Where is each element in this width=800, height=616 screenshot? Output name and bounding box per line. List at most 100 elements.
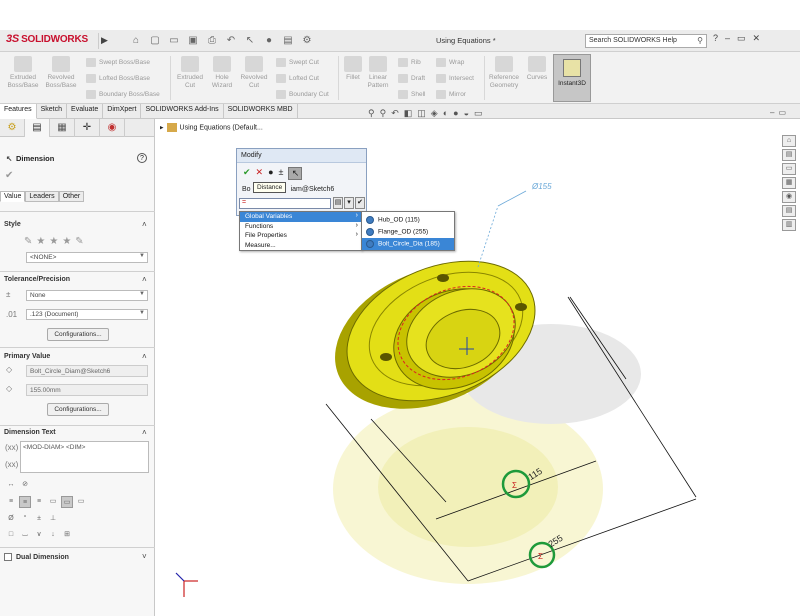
centerline-symbol-icon[interactable]: ⊥ bbox=[47, 513, 59, 525]
search-help-input[interactable]: Search SOLIDWORKS Help ⚲ bbox=[585, 34, 707, 48]
collapse-chevron-icon[interactable]: ˄ bbox=[142, 352, 147, 361]
diameter-symbol-icon[interactable]: Ø bbox=[5, 513, 17, 525]
bolt-circle-dimension[interactable]: Ø155 bbox=[532, 182, 552, 191]
precision-select[interactable]: .123 (Document) ▼ bbox=[26, 309, 148, 320]
close-icon[interactable]: ✕ bbox=[753, 33, 761, 44]
display-style-icon[interactable]: ◈ bbox=[431, 108, 438, 119]
new-document-icon[interactable]: ▢ bbox=[147, 33, 163, 49]
search-icon[interactable]: ⚲ bbox=[697, 36, 703, 45]
instant3d-button[interactable]: Instant3D bbox=[553, 54, 591, 102]
tab-value[interactable]: Value bbox=[0, 191, 26, 202]
tab-addins[interactable]: SOLIDWORKS Add-Ins bbox=[141, 104, 224, 119]
view-orientation-icon[interactable]: ◫ bbox=[417, 108, 426, 119]
hole-wizard-button[interactable]: Hole Wizard bbox=[207, 56, 237, 90]
bolt-hole[interactable] bbox=[515, 303, 527, 311]
tab-evaluate[interactable]: Evaluate bbox=[67, 104, 104, 119]
extruded-cut-button[interactable]: Extruded Cut bbox=[174, 56, 206, 90]
appearance-icon[interactable]: ● bbox=[453, 108, 458, 119]
scene-icon[interactable]: ◒ bbox=[464, 108, 469, 119]
lofted-boss-button[interactable]: Lofted Boss/Base bbox=[86, 74, 150, 83]
hide-show-icon[interactable]: ◐ bbox=[443, 108, 448, 119]
draft-button[interactable]: Draft bbox=[398, 74, 425, 83]
file-explorer-icon[interactable]: ▭ bbox=[782, 163, 796, 175]
rib-button[interactable]: Rib bbox=[398, 58, 421, 67]
menu-item-flange-od[interactable]: Flange_OD (255) bbox=[362, 226, 454, 238]
tab-features[interactable]: Features bbox=[0, 104, 37, 119]
section-view-icon[interactable]: ◧ bbox=[404, 108, 413, 119]
view-settings-icon[interactable]: ▭ bbox=[474, 108, 483, 119]
minimize-icon[interactable]: – bbox=[725, 33, 730, 44]
text-frame-right-icon[interactable]: ▭ bbox=[75, 496, 87, 508]
menu-item-bolt-circle-dia[interactable]: Bolt_Circle_Dia (185) bbox=[362, 238, 454, 250]
accept-check-icon[interactable]: ✔ bbox=[355, 197, 365, 209]
menu-item-measure[interactable]: Measure... bbox=[240, 241, 361, 251]
square-symbol-icon[interactable]: □ bbox=[5, 529, 17, 541]
display-manager-tab-icon[interactable]: ◉ bbox=[100, 119, 125, 137]
tab-other[interactable]: Other bbox=[58, 191, 85, 202]
configuration-manager-tab-icon[interactable]: ▦ bbox=[50, 119, 75, 137]
menu-item-global-variables[interactable]: Global Variables › bbox=[240, 212, 361, 222]
lofted-cut-button[interactable]: Lofted Cut bbox=[276, 74, 319, 83]
options-gear-icon[interactable]: ⚙ bbox=[299, 33, 315, 49]
tab-dimxpert[interactable]: DimXpert bbox=[103, 104, 142, 119]
dual-dimension-option[interactable]: Dual Dimension bbox=[4, 553, 69, 561]
text-below-icon[interactable]: (xx) bbox=[5, 460, 18, 469]
bolt-hole[interactable] bbox=[380, 353, 392, 361]
collapse-chevron-icon[interactable]: ˄ bbox=[142, 275, 147, 284]
plus-minus-symbol-icon[interactable]: ± bbox=[33, 513, 45, 525]
align-right-icon[interactable]: ≡ bbox=[33, 496, 45, 508]
shell-button[interactable]: Shell bbox=[398, 90, 425, 99]
mark-for-drawing-icon[interactable]: ↖ bbox=[288, 167, 303, 180]
text-frame-left-icon[interactable]: ▭ bbox=[47, 496, 59, 508]
bolt-hole[interactable] bbox=[437, 274, 449, 282]
home-icon[interactable]: ⌂ bbox=[128, 33, 144, 49]
fillet-button[interactable]: Fillet bbox=[342, 56, 364, 82]
select-arrow-icon[interactable]: ↖ bbox=[242, 33, 258, 49]
menu-item-functions[interactable]: Functions › bbox=[240, 222, 361, 232]
menu-item-hub-od[interactable]: Hub_OD (115) bbox=[362, 214, 454, 226]
swept-cut-button[interactable]: Swept Cut bbox=[276, 58, 319, 67]
cancel-x-icon[interactable]: ✕ bbox=[256, 167, 264, 180]
load-style-icon[interactable]: ✎ bbox=[75, 236, 83, 247]
design-library-icon[interactable]: ▤ bbox=[782, 149, 796, 161]
dropdown-arrow-icon[interactable]: ▾ bbox=[344, 197, 354, 209]
save-icon[interactable]: ▣ bbox=[185, 33, 201, 49]
spin-icon[interactable]: ▤ bbox=[333, 197, 343, 209]
configurations-button[interactable]: Configurations... bbox=[47, 328, 109, 341]
dimension-text-field[interactable]: <MOD-DIAM> <DIM> bbox=[20, 441, 149, 473]
tolerance-type-select[interactable]: None ▼ bbox=[26, 290, 148, 301]
reverse-sense-icon[interactable]: ± bbox=[279, 167, 284, 180]
zoom-to-fit-icon[interactable]: ⚲ bbox=[368, 108, 375, 119]
rebuild-icon[interactable]: ● bbox=[268, 167, 273, 180]
help-icon[interactable]: ? bbox=[137, 153, 147, 163]
tab-sketch[interactable]: Sketch bbox=[37, 104, 68, 119]
linear-pattern-button[interactable]: Linear Pattern bbox=[365, 56, 391, 90]
swept-boss-button[interactable]: Swept Boss/Base bbox=[86, 58, 150, 67]
wrap-button[interactable]: Wrap bbox=[436, 58, 464, 67]
mirror-button[interactable]: Mirror bbox=[436, 90, 466, 99]
feature-manager-tab-icon[interactable]: ⚙ bbox=[0, 119, 25, 137]
reference-geometry-button[interactable]: Reference Geometry bbox=[486, 56, 522, 90]
align-left-icon[interactable]: ≡ bbox=[5, 496, 17, 508]
text-frame-center-icon[interactable]: ▭ bbox=[61, 496, 73, 508]
open-folder-icon[interactable]: ▭ bbox=[166, 33, 182, 49]
solidworks-resources-icon[interactable]: ⌂ bbox=[782, 135, 796, 147]
dimxpert-manager-tab-icon[interactable]: ✛ bbox=[75, 119, 100, 137]
countersink-symbol-icon[interactable]: ∨ bbox=[33, 529, 45, 541]
view-palette-icon[interactable]: ▦ bbox=[782, 177, 796, 189]
file-properties-icon[interactable]: ▤ bbox=[280, 33, 296, 49]
revolved-cut-button[interactable]: Revolved Cut bbox=[238, 56, 270, 90]
menu-item-file-properties[interactable]: File Properties › bbox=[240, 231, 361, 241]
expand-chevron-icon[interactable]: ˅ bbox=[142, 552, 147, 561]
property-manager-tab-icon[interactable]: ▤ bbox=[25, 119, 50, 137]
appearances-icon[interactable]: ◉ bbox=[782, 191, 796, 203]
restore-viewport-icon[interactable]: ▭ bbox=[778, 108, 786, 117]
revolved-boss-button[interactable]: Revolved Boss/Base bbox=[44, 56, 78, 90]
collapse-chevron-icon[interactable]: ˄ bbox=[142, 428, 147, 437]
counterbore-symbol-icon[interactable]: ⌴ bbox=[19, 529, 31, 541]
rebuild-icon[interactable]: ● bbox=[261, 33, 277, 49]
save-style-icon[interactable]: ★ bbox=[62, 236, 71, 247]
curves-button[interactable]: Curves bbox=[524, 56, 550, 82]
degree-symbol-icon[interactable]: ° bbox=[19, 513, 31, 525]
edit-dimension-icon[interactable]: ⊘ bbox=[19, 479, 31, 491]
